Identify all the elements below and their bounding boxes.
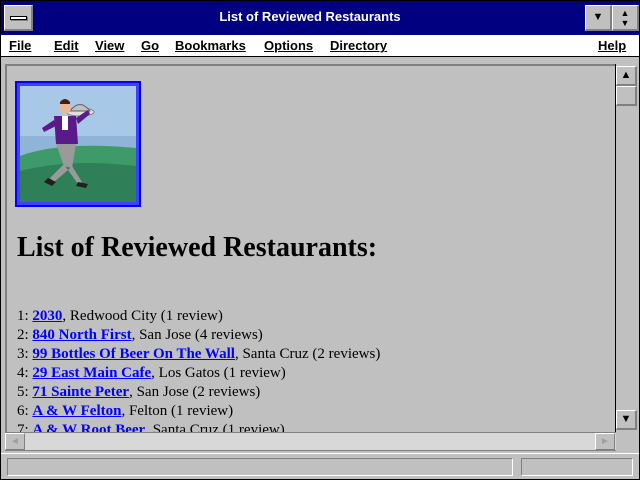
restaurant-link[interactable]: 2030 bbox=[32, 308, 62, 324]
restaurant-link[interactable]: 29 East Main Cafe bbox=[32, 365, 151, 381]
scroll-thumb[interactable] bbox=[616, 86, 637, 106]
menu-go[interactable]: Go bbox=[141, 38, 159, 53]
scroll-up-button[interactable]: ▲ bbox=[616, 66, 637, 86]
list-item: 5: 71 Sainte Peter, San Jose (2 reviews) bbox=[17, 384, 261, 400]
status-bar bbox=[1, 453, 639, 479]
scroll-left-button[interactable]: ◄ bbox=[5, 433, 25, 450]
menu-bar: File Edit View Go Bookmarks Options Dire… bbox=[1, 35, 639, 57]
list-item: 1: 2030, Redwood City (1 review) bbox=[17, 308, 223, 324]
list-item: 7: A & W Root Beer, Santa Cruz (1 review… bbox=[17, 422, 380, 432]
down-arrow-icon: ▼ bbox=[620, 413, 632, 425]
vertical-scrollbar[interactable]: ▲ ▼ bbox=[615, 64, 637, 432]
up-arrow-icon: ▲ bbox=[620, 69, 632, 81]
restaurant-link[interactable]: A & W Felton bbox=[32, 403, 121, 419]
list-item: 3: 99 Bottles Of Beer On The Wall, Santa… bbox=[17, 346, 381, 362]
menu-file[interactable]: File bbox=[9, 38, 31, 53]
restaurant-link[interactable]: 99 Bottles Of Beer On The Wall bbox=[32, 346, 235, 362]
system-menu-icon bbox=[10, 16, 27, 20]
scrollbar-corner bbox=[616, 432, 637, 451]
right-arrow-icon: ► bbox=[600, 436, 610, 447]
progress-field bbox=[521, 458, 633, 476]
scroll-down-button[interactable]: ▼ bbox=[616, 410, 637, 430]
browser-window: List of Reviewed Restaurants ▼ ▲ ▼ File E… bbox=[0, 0, 640, 480]
menu-options[interactable]: Options bbox=[264, 38, 313, 53]
status-text-field bbox=[7, 458, 513, 476]
restaurant-link[interactable]: A & W Root Beer bbox=[32, 422, 145, 432]
horizontal-scrollbar[interactable]: ◄ ► bbox=[5, 432, 616, 451]
down-triangle-icon: ▼ bbox=[592, 11, 604, 23]
menu-edit[interactable]: Edit bbox=[54, 38, 79, 53]
left-arrow-icon: ◄ bbox=[10, 436, 20, 447]
page-content: List of Reviewed Restaurants: 1: 2030, R… bbox=[5, 64, 615, 432]
maximize-button[interactable]: ▲ ▼ bbox=[612, 5, 639, 31]
waiter-illustration bbox=[20, 86, 136, 202]
menu-directory[interactable]: Directory bbox=[330, 38, 387, 53]
system-menu-button[interactable] bbox=[4, 5, 33, 31]
restaurant-list: 1: 2030, Redwood City (1 review) 2: 840 … bbox=[17, 308, 380, 432]
title-bar[interactable]: List of Reviewed Restaurants ▼ ▲ ▼ bbox=[1, 1, 639, 35]
list-item: 6: A & W Felton, Felton (1 review) bbox=[17, 403, 234, 419]
page-heading: List of Reviewed Restaurants: bbox=[17, 232, 378, 263]
minimize-button[interactable]: ▼ bbox=[585, 5, 612, 31]
window-title: List of Reviewed Restaurants bbox=[219, 9, 401, 24]
menu-view[interactable]: View bbox=[95, 38, 124, 53]
up-down-triangle-icon: ▲ ▼ bbox=[620, 8, 630, 28]
waiter-logo-image[interactable] bbox=[15, 81, 141, 207]
restaurant-link[interactable]: 71 Sainte Peter bbox=[32, 384, 129, 400]
menu-help[interactable]: Help bbox=[598, 38, 626, 53]
menu-bookmarks[interactable]: Bookmarks bbox=[175, 38, 246, 53]
scroll-right-button[interactable]: ► bbox=[595, 433, 615, 450]
list-item: 2: 840 North First, San Jose (4 reviews) bbox=[17, 327, 263, 343]
restaurant-link[interactable]: 840 North First bbox=[32, 327, 131, 343]
list-item: 4: 29 East Main Cafe, Los Gatos (1 revie… bbox=[17, 365, 286, 381]
